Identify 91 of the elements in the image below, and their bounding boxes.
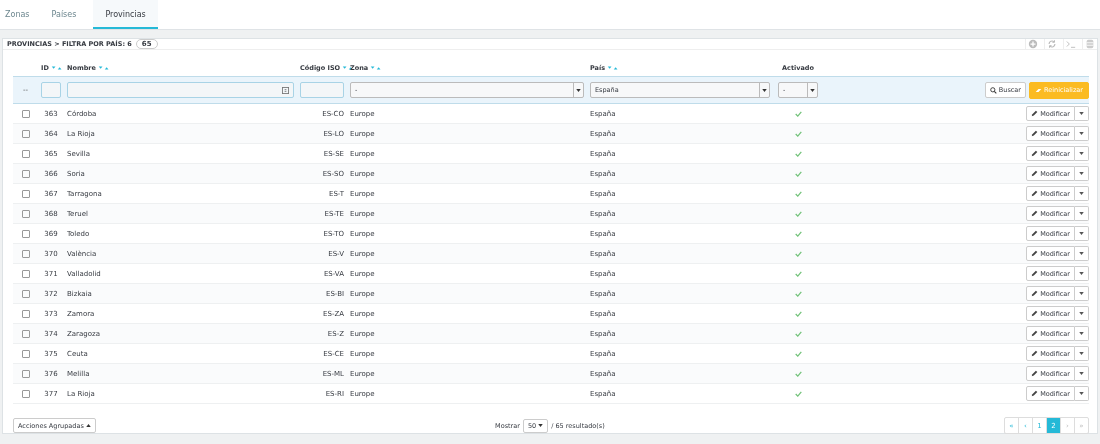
keyboard-icon — [282, 86, 289, 94]
check-icon[interactable] — [794, 330, 802, 337]
pencil-icon — [1031, 310, 1039, 317]
caret-icon — [85, 424, 91, 427]
add-icon[interactable] — [1025, 39, 1040, 49]
tab[interactable]: Países — [46, 0, 90, 29]
row-checkbox[interactable] — [21, 189, 30, 198]
caret-icon — [576, 88, 581, 92]
pencil-icon — [1031, 370, 1039, 377]
iso-filter-field[interactable] — [300, 82, 344, 98]
dropdown-button[interactable] — [1075, 206, 1089, 221]
row-checkbox[interactable] — [21, 169, 30, 178]
pencil-icon — [1031, 330, 1039, 337]
caret-icon — [1079, 252, 1084, 255]
name-filter-field[interactable] — [67, 82, 294, 98]
dropdown-button[interactable] — [1075, 146, 1089, 161]
caret-icon — [1079, 392, 1084, 395]
caret-icon — [1079, 372, 1084, 375]
caret-icon — [1079, 172, 1084, 175]
caret-icon — [810, 88, 815, 92]
check-icon[interactable] — [794, 370, 802, 377]
check-icon[interactable] — [794, 350, 802, 357]
caret-icon — [762, 88, 767, 92]
check-icon[interactable] — [794, 270, 802, 277]
pencil-icon — [1031, 230, 1039, 237]
check-icon[interactable] — [794, 150, 802, 157]
check-icon[interactable] — [794, 390, 802, 397]
caret-icon — [1079, 132, 1084, 135]
row-checkbox[interactable] — [21, 349, 30, 358]
caret-icon — [1079, 312, 1084, 315]
caret-icon — [538, 424, 544, 427]
caret-icon — [1079, 292, 1084, 295]
check-icon[interactable] — [794, 110, 802, 117]
dropdown-button[interactable] — [1075, 386, 1089, 401]
dropdown-button[interactable] — [1075, 126, 1089, 141]
dropdown-button[interactable] — [1075, 226, 1089, 241]
pencil-icon — [1031, 350, 1039, 357]
caret-icon — [1079, 212, 1084, 215]
row-checkbox[interactable] — [21, 269, 30, 278]
pencil-icon — [1031, 210, 1039, 217]
tab[interactable]: Provincias — [93, 0, 158, 29]
dropdown-button[interactable] — [1075, 246, 1089, 261]
dropdown-button[interactable] — [1075, 166, 1089, 181]
check-icon[interactable] — [794, 210, 802, 217]
dropdown-button[interactable] — [1075, 266, 1089, 281]
row-checkbox[interactable] — [21, 109, 30, 118]
terminal-icon[interactable] — [1063, 39, 1078, 49]
row-checkbox[interactable] — [21, 209, 30, 218]
pencil-icon — [1031, 250, 1039, 257]
pencil-icon — [1031, 150, 1039, 157]
dropdown-button[interactable] — [1075, 186, 1089, 201]
caret-icon — [1079, 192, 1084, 195]
check-icon[interactable] — [794, 230, 802, 237]
dropdown-button[interactable] — [1075, 106, 1089, 121]
pencil-icon — [1031, 270, 1039, 277]
dropdown-button[interactable] — [1075, 346, 1089, 361]
caret-icon — [1079, 232, 1084, 235]
pencil-icon — [1031, 110, 1039, 117]
caret-icon — [1079, 332, 1084, 335]
caret-icon — [1079, 112, 1084, 115]
id-filter-field[interactable] — [41, 82, 61, 98]
row-checkbox[interactable] — [21, 309, 30, 318]
caret-icon — [1079, 352, 1084, 355]
row-checkbox[interactable] — [21, 329, 30, 338]
pencil-icon — [1031, 390, 1039, 397]
dropdown-button[interactable] — [1075, 306, 1089, 321]
pencil-icon — [1031, 190, 1039, 197]
row-checkbox[interactable] — [21, 249, 30, 258]
check-icon[interactable] — [794, 190, 802, 197]
eraser-icon — [1035, 86, 1042, 94]
pencil-icon — [1031, 170, 1039, 177]
check-icon[interactable] — [794, 130, 802, 137]
pencil-icon — [1031, 290, 1039, 297]
tab[interactable]: Zonas — [0, 0, 43, 29]
row-checkbox[interactable] — [21, 129, 30, 138]
row-checkbox[interactable] — [21, 369, 30, 378]
row-checkbox[interactable] — [21, 229, 30, 238]
dropdown-button[interactable] — [1075, 366, 1089, 381]
caret-icon — [1079, 272, 1084, 275]
check-icon[interactable] — [794, 170, 802, 177]
dropdown-button[interactable] — [1075, 286, 1089, 301]
check-icon[interactable] — [794, 290, 802, 297]
caret-icon — [1079, 152, 1084, 155]
dropdown-button[interactable] — [1075, 326, 1089, 341]
row-checkbox[interactable] — [21, 149, 30, 158]
pencil-icon — [1031, 130, 1039, 137]
check-icon[interactable] — [794, 250, 802, 257]
check-icon[interactable] — [794, 310, 802, 317]
row-checkbox[interactable] — [21, 289, 30, 298]
row-checkbox[interactable] — [21, 389, 30, 398]
search-icon — [989, 86, 997, 94]
